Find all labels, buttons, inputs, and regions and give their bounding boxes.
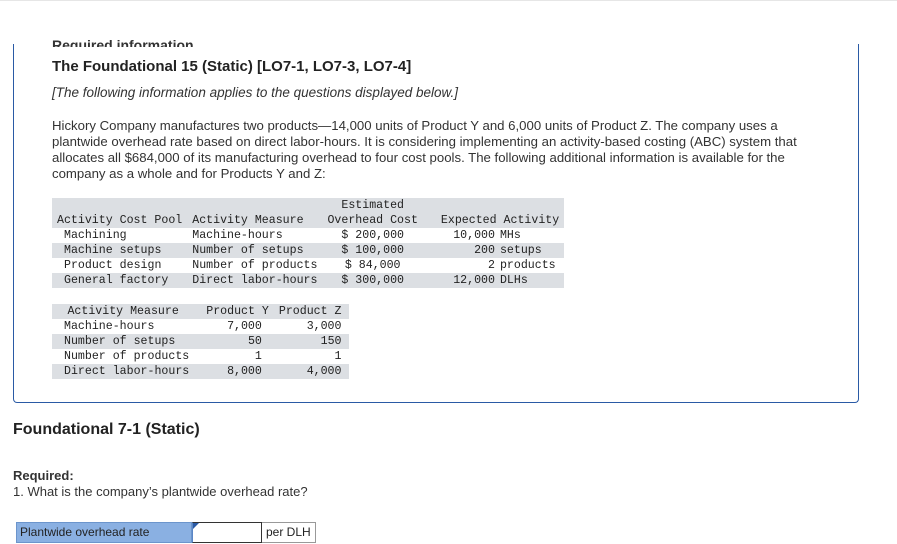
cell-product-y: 7,000 xyxy=(227,320,262,333)
cell-cost: $ 100,000 xyxy=(322,243,423,258)
header-expected-activity: Expected Activity xyxy=(422,198,565,228)
cell-measure: Number of setups xyxy=(187,243,323,258)
header-activity-measure: Activity Measure xyxy=(52,304,195,319)
cell-unit: DLHs xyxy=(499,273,565,288)
product-activity-table: Activity Measure Product Y Product Z Mac… xyxy=(52,304,350,379)
table-row: Machine setups Number of setups $ 100,00… xyxy=(52,243,565,258)
cell-measure: Number of products xyxy=(192,259,318,272)
section-title: Foundational 7-1 (Static) xyxy=(13,421,200,438)
cell-measure: Number of setups xyxy=(52,334,195,349)
cell-unit: setups xyxy=(499,243,565,258)
top-divider xyxy=(0,0,897,3)
cell-qty: 2 xyxy=(487,259,495,272)
cell-qty: 10,000 xyxy=(453,229,495,242)
cell-measure: Direct labor-hours xyxy=(52,364,195,379)
cell-cost: $ 300,000 xyxy=(322,273,423,288)
answer-input-wrapper xyxy=(192,522,262,543)
header-product-y: Product Y xyxy=(194,304,274,319)
cell-unit: products xyxy=(499,259,556,272)
cell-product-z: 3,000 xyxy=(306,320,342,333)
required-information-heading: Required information xyxy=(52,37,194,47)
table-row: General factory Direct labor-hours $ 300… xyxy=(52,273,565,288)
table-row: Direct labor-hours 8,000 4,000 xyxy=(52,364,350,379)
cell-product-z: 1 xyxy=(334,350,342,363)
cell-product-y: 50 xyxy=(194,334,274,349)
header-estimated-overhead-cost: Estimated Overhead Cost xyxy=(322,198,423,228)
cell-measure: Direct labor-hours xyxy=(187,273,323,288)
cell-measure: Number of products xyxy=(64,350,190,363)
cell-pool: Machine setups xyxy=(52,243,188,258)
input-marker-icon xyxy=(193,523,199,529)
plantwide-overhead-rate-input[interactable] xyxy=(192,522,262,543)
cell-measure: Machine-hours xyxy=(192,229,283,242)
cell-qty: 12,000 xyxy=(422,273,500,288)
cell-product-z: 4,000 xyxy=(273,364,350,379)
answer-row: Plantwide overhead rate per DLH xyxy=(16,522,316,543)
cell-product-y: 1 xyxy=(254,350,262,363)
cell-cost: $ 84,000 xyxy=(344,259,401,272)
header-product-z: Product Z xyxy=(273,304,350,319)
problem-description: Hickory Company manufactures two product… xyxy=(52,118,797,181)
table-row: Number of setups 50 150 xyxy=(52,334,350,349)
header-activity-cost-pool: Activity Cost Pool xyxy=(52,198,188,228)
required-label: Required: xyxy=(13,468,74,483)
activity-cost-pool-table: Activity Cost Pool Activity Measure Esti… xyxy=(52,198,565,288)
cell-measure: Machine-hours xyxy=(64,320,155,333)
table-row: Machining Machine-hours $ 200,000 10,000… xyxy=(52,228,564,243)
problem-subtitle: [The following information applies to th… xyxy=(52,85,458,100)
table-row: Machine-hours 7,000 3,000 xyxy=(52,319,349,334)
cell-qty: 200 xyxy=(422,243,500,258)
problem-title: The Foundational 15 (Static) [LO7-1, LO7… xyxy=(52,58,412,75)
cell-unit: MHs xyxy=(499,229,521,242)
answer-label: Plantwide overhead rate xyxy=(16,522,192,543)
answer-unit: per DLH xyxy=(262,522,316,543)
cell-pool: Product design xyxy=(64,259,162,272)
header-activity-measure: Activity Measure xyxy=(187,198,323,228)
cell-cost: $ 200,000 xyxy=(341,229,404,242)
cell-product-y: 8,000 xyxy=(194,364,274,379)
question-text: 1. What is the company’s plantwide overh… xyxy=(13,484,308,499)
cell-pool: Machining xyxy=(64,229,127,242)
table-row: Product design Number of products $ 84,0… xyxy=(52,258,564,273)
table-row: Number of products 1 1 xyxy=(52,349,349,364)
cell-product-z: 150 xyxy=(273,334,350,349)
cell-pool: General factory xyxy=(52,273,188,288)
